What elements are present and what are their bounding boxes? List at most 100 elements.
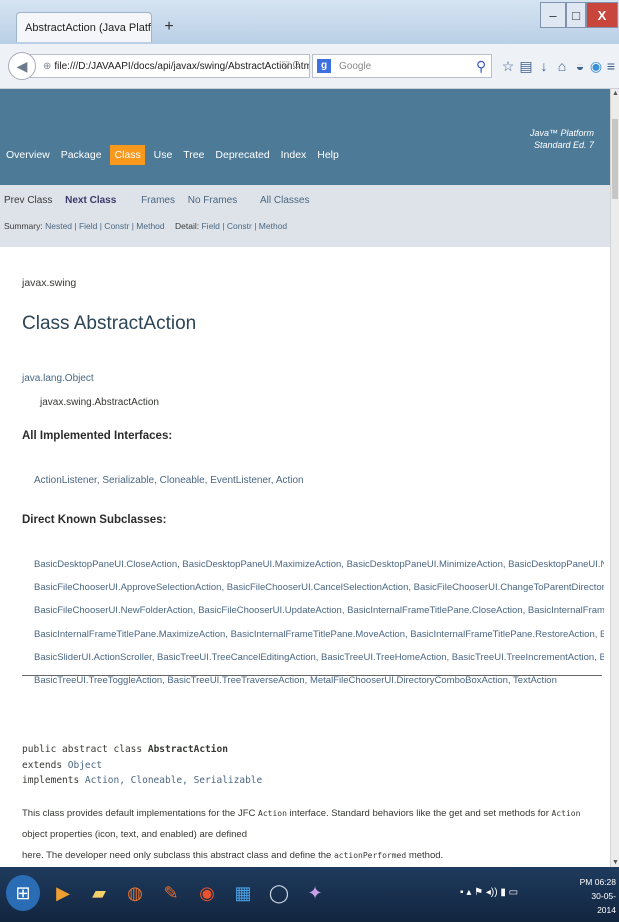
- bookmark-list-icon[interactable]: ▤: [518, 58, 534, 74]
- nav-help[interactable]: Help: [315, 145, 341, 165]
- sig-line1: public abstract class AbstractAction: [22, 742, 262, 758]
- next-class-link[interactable]: Next Class: [65, 195, 116, 206]
- desc-code: Action: [258, 809, 287, 818]
- prev-class-link[interactable]: Prev Class: [4, 195, 52, 206]
- folder-icon[interactable]: ▰: [82, 875, 116, 911]
- download-icon[interactable]: ↓: [536, 58, 552, 74]
- pocket-icon[interactable]: ◒: [572, 58, 588, 74]
- scroll-down-icon[interactable]: ▼: [611, 858, 619, 867]
- sig-prefix: public abstract class: [22, 744, 148, 755]
- nav-tree[interactable]: Tree: [181, 145, 206, 165]
- desc-text: object properties (icon, text, and enabl…: [22, 829, 247, 840]
- subclass-line[interactable]: BasicDesktopPaneUI.CloseAction, BasicDes…: [34, 553, 604, 576]
- platform-brand: Java™ Platform Standard Ed. 7: [530, 127, 594, 151]
- menu-icon[interactable]: ≡: [603, 58, 619, 74]
- inherit-parent-link[interactable]: java.lang.Object: [22, 373, 94, 384]
- nav-index[interactable]: Index: [279, 145, 309, 165]
- nav-use[interactable]: Use: [152, 145, 175, 165]
- detail-label: Detail:: [175, 221, 202, 231]
- clock-time: PM 06:28: [579, 877, 616, 887]
- subclasses-heading: Direct Known Subclasses:: [22, 514, 167, 526]
- sub-navigation: Prev Class Next Class Frames No Frames A…: [0, 185, 610, 247]
- subclass-line[interactable]: BasicFileChooserUI.ApproveSelectionActio…: [34, 576, 604, 599]
- home-icon[interactable]: ⌂: [554, 58, 570, 74]
- subnav-row1: Prev Class Next Class Frames No Frames A…: [4, 195, 319, 206]
- subclass-line[interactable]: BasicFileChooserUI.NewFolderAction, Basi…: [34, 599, 604, 622]
- browser-app-icon[interactable]: ✦: [298, 875, 332, 911]
- nav-package[interactable]: Package: [59, 145, 104, 165]
- class-description: This class provides default implementati…: [22, 803, 600, 866]
- sig-line3: implements Action, Cloneable, Serializab…: [22, 773, 262, 789]
- media-player-icon[interactable]: ▶: [46, 875, 80, 911]
- url-text: file:///D:/JAVAAPI/docs/api/javax/swing/…: [54, 61, 310, 72]
- implemented-interfaces-list[interactable]: ActionListener, Serializable, Cloneable,…: [34, 475, 304, 486]
- brand-line2: Standard Ed. 7: [533, 140, 594, 150]
- detail-links[interactable]: Field | Constr | Method: [201, 221, 287, 231]
- scroll-up-icon[interactable]: ▲: [611, 89, 619, 98]
- firefox-icon[interactable]: ◍: [118, 875, 152, 911]
- new-tab-button[interactable]: +: [158, 16, 180, 38]
- implemented-interfaces-heading: All Implemented Interfaces:: [22, 430, 173, 442]
- subnav-row2: Summary: Nested | Field | Constr | Metho…: [4, 221, 287, 231]
- document-icon[interactable]: ▦: [226, 875, 260, 911]
- close-button[interactable]: X: [586, 2, 618, 28]
- nav-deprecated[interactable]: Deprecated: [213, 145, 271, 165]
- reload-button[interactable]: ▽ C: [282, 54, 312, 78]
- system-tray[interactable]: ▪ ▴ ⚑ ◂)) ▮ ▭: [460, 887, 518, 898]
- sig-implements-links[interactable]: Action, Cloneable, Serializable: [85, 775, 262, 786]
- summary-label: Summary:: [4, 221, 46, 231]
- class-content: javax.swing Class AbstractAction java.la…: [0, 247, 610, 867]
- subclass-line[interactable]: BasicTreeUI.TreeToggleAction, BasicTreeU…: [34, 669, 604, 692]
- subclasses-list: BasicDesktopPaneUI.CloseAction, BasicDes…: [34, 553, 604, 692]
- brand-line1: Java™ Platform: [529, 128, 594, 138]
- nav-overview[interactable]: Overview: [4, 145, 52, 165]
- minimize-button[interactable]: –: [540, 2, 566, 28]
- google-icon: g: [317, 59, 331, 73]
- browser-tab[interactable]: AbstractAction (Java Platform SE 7): [16, 12, 152, 42]
- desc-code: Action: [551, 809, 581, 818]
- subclass-line[interactable]: BasicSliderUI.ActionScroller, BasicTreeU…: [34, 646, 604, 669]
- app-icon[interactable]: ◯: [262, 875, 296, 911]
- url-bar[interactable]: ⊕ file:///D:/JAVAAPI/docs/api/javax/swing…: [30, 54, 310, 78]
- no-frames-link[interactable]: No Frames: [188, 195, 237, 206]
- clock[interactable]: PM 06:28 30-05-2014: [576, 875, 616, 917]
- class-signature: public abstract class AbstractAction ext…: [22, 742, 262, 789]
- sig-implements: implements: [22, 775, 85, 786]
- paint-icon[interactable]: ✎: [154, 875, 188, 911]
- star-icon[interactable]: ☆: [500, 58, 516, 74]
- desc-text: interface. Standard behaviors like the g…: [286, 808, 552, 819]
- chrome-icon[interactable]: ◉: [190, 875, 224, 911]
- sync-icon[interactable]: ◉: [588, 58, 604, 74]
- window-titlebar: AbstractAction (Java Platform SE 7) + – …: [0, 0, 619, 44]
- desc-code: actionPerformed: [333, 851, 407, 860]
- clock-date: 30-05-2014: [591, 891, 616, 915]
- summary-links[interactable]: Nested | Field | Constr | Method: [45, 221, 165, 231]
- frames-link[interactable]: Frames: [141, 195, 175, 206]
- vertical-scrollbar[interactable]: ▲ ▼: [610, 89, 619, 867]
- sig-name: AbstractAction: [147, 744, 228, 755]
- sig-line2: extends Object: [22, 758, 262, 774]
- desc-text: here. The developer need only subclass t…: [22, 850, 334, 861]
- top-nav: Overview Package Class Use Tree Deprecat…: [4, 145, 345, 165]
- windows-taskbar: ⊞ ▶ ▰ ◍ ✎ ◉ ▦ ◯ ✦ ▪ ▴ ⚑ ◂)) ▮ ▭ PM 06:28…: [0, 867, 619, 922]
- search-go-icon[interactable]: ⚲: [476, 54, 492, 78]
- back-icon[interactable]: ◀: [8, 52, 36, 80]
- maximize-button[interactable]: □: [566, 2, 586, 28]
- scroll-thumb[interactable]: [612, 119, 618, 199]
- globe-icon: ⊕: [43, 61, 52, 72]
- javadoc-header: Overview Package Class Use Tree Deprecat…: [0, 89, 610, 185]
- desc-text: method.: [406, 850, 444, 861]
- search-placeholder: Google: [339, 61, 372, 72]
- page-title: Class AbstractAction: [22, 313, 197, 334]
- divider: [22, 675, 602, 676]
- search-input[interactable]: g Google: [312, 54, 492, 78]
- desc-text: This class provides default implementati…: [22, 808, 259, 819]
- subclass-line[interactable]: BasicInternalFrameTitlePane.MaximizeActi…: [34, 623, 604, 646]
- inherit-child: javax.swing.AbstractAction: [40, 397, 159, 408]
- sig-extends-link[interactable]: Object: [68, 760, 102, 771]
- all-classes-link[interactable]: All Classes: [260, 195, 309, 206]
- package-name: javax.swing: [22, 277, 77, 289]
- navigation-toolbar: ⊕ file:///D:/JAVAAPI/docs/api/javax/swing…: [0, 44, 619, 89]
- start-icon[interactable]: ⊞: [6, 875, 40, 911]
- nav-class[interactable]: Class: [110, 145, 145, 165]
